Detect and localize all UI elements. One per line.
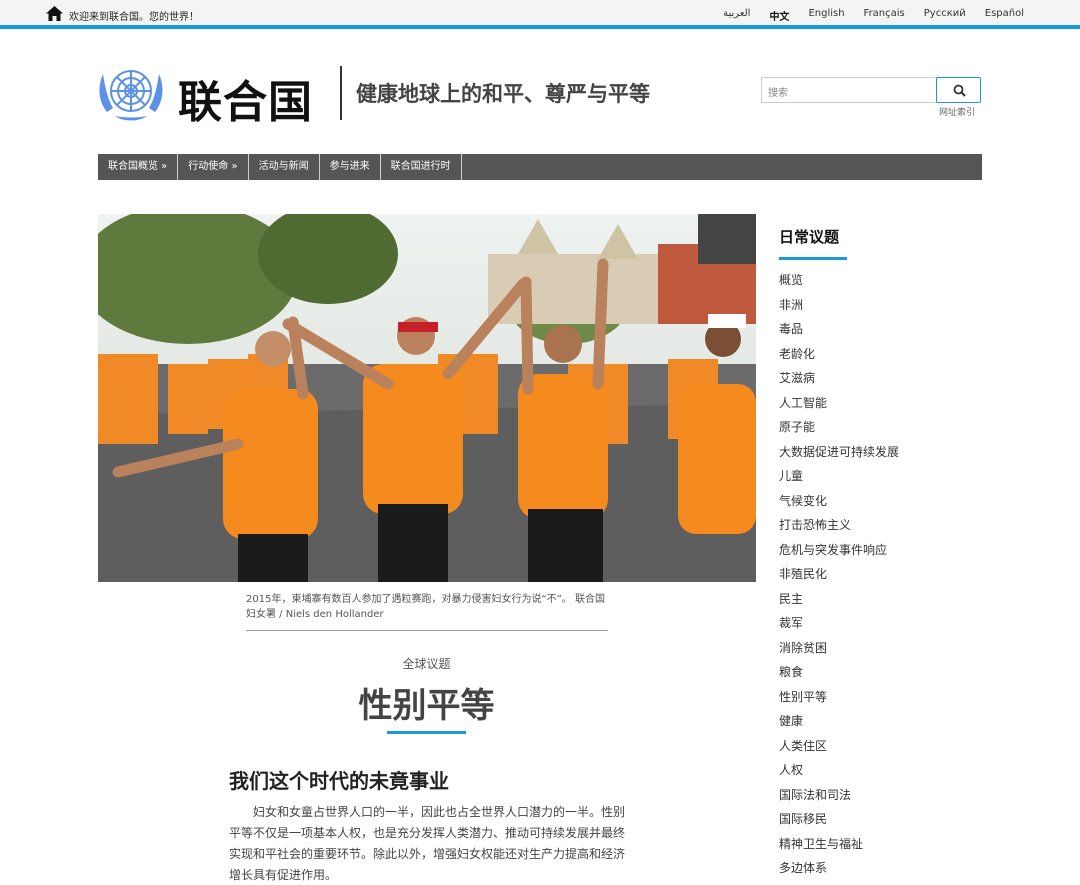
main-nav: 联合国概览 » 行动使命 » 活动与新闻 参与进来 联合国进行时	[98, 154, 982, 180]
sidebar-item-ai[interactable]: 人工智能	[779, 393, 899, 418]
sidebar-item-children[interactable]: 儿童	[779, 466, 899, 491]
caption-divider	[246, 630, 608, 631]
section-heading: 我们这个时代的未竟事业	[229, 769, 449, 793]
search-icon	[953, 84, 966, 97]
sidebar-item-aids[interactable]: 艾滋病	[779, 368, 899, 393]
sidebar-item-climate-change[interactable]: 气候变化	[779, 491, 899, 516]
sidebar-title-underline	[779, 257, 847, 260]
sidebar-item-international-law[interactable]: 国际法和司法	[779, 785, 899, 810]
sidebar-item-human-rights[interactable]: 人权	[779, 760, 899, 785]
sidebar-item-food[interactable]: 粮食	[779, 662, 899, 687]
header-tagline: 健康地球上的和平、尊严与平等	[356, 82, 650, 106]
header-divider	[340, 66, 342, 120]
top-bar: 欢迎来到联合国。您的世界！ العربية 中文 English Françai…	[0, 0, 1080, 29]
brand-title[interactable]: 联合国	[178, 66, 313, 130]
hero-photo	[98, 214, 756, 582]
sidebar-item-atomic-energy[interactable]: 原子能	[779, 417, 899, 442]
sidebar-item-drugs[interactable]: 毒品	[779, 319, 899, 344]
nav-item-mission[interactable]: 行动使命 »	[178, 154, 249, 180]
lang-english[interactable]: English	[808, 8, 844, 23]
sidebar-item-africa[interactable]: 非洲	[779, 295, 899, 320]
search-button[interactable]	[936, 77, 981, 103]
lang-chinese[interactable]: 中文	[769, 8, 789, 23]
sidebar-title: 日常议题	[779, 228, 840, 246]
search-form: 搜索	[761, 77, 981, 103]
sidebar-item-mental-health[interactable]: 精神卫生与福祉	[779, 834, 899, 859]
sidebar-item-big-data[interactable]: 大数据促进可持续发展	[779, 442, 899, 467]
sidebar-topic-list: 概览 非洲 毒品 老龄化 艾滋病 人工智能 原子能 大数据促进可持续发展 儿童 …	[779, 270, 899, 883]
search-input[interactable]: 搜索	[761, 77, 937, 103]
sidebar-item-ageing[interactable]: 老龄化	[779, 344, 899, 369]
lang-french[interactable]: Français	[864, 8, 905, 23]
sidebar-item-decolonization[interactable]: 非殖民化	[779, 564, 899, 589]
sidebar-item-human-settlements[interactable]: 人类住区	[779, 736, 899, 761]
title-underline	[387, 731, 466, 734]
sidebar-item-democracy[interactable]: 民主	[779, 589, 899, 614]
sidebar-item-poverty[interactable]: 消除贫困	[779, 638, 899, 663]
sidebar-item-health[interactable]: 健康	[779, 711, 899, 736]
search-placeholder: 搜索	[768, 88, 788, 99]
lang-russian[interactable]: Русский	[924, 8, 966, 23]
photo-caption: 2015年，柬埔寨有数百人参加了遇粒赛跑，对暴力侵害妇女行为说“不”。 联合国妇…	[246, 594, 605, 620]
sidebar-item-gender-equality[interactable]: 性别平等	[779, 687, 899, 712]
sidebar-item-migration[interactable]: 国际移民	[779, 809, 899, 834]
home-icon[interactable]	[46, 6, 63, 21]
nav-item-un-in-action[interactable]: 联合国进行时	[381, 154, 462, 180]
page-title: 性别平等	[358, 686, 495, 726]
welcome-text: 欢迎来到联合国。您的世界！	[69, 12, 199, 23]
site-index-link[interactable]: 网址索引	[939, 105, 975, 118]
sidebar-item-multilateralism[interactable]: 多边体系	[779, 858, 899, 883]
lang-arabic[interactable]: العربية	[723, 8, 750, 23]
sidebar-item-overview[interactable]: 概览	[779, 270, 899, 295]
nav-item-events-news[interactable]: 活动与新闻	[249, 154, 320, 180]
sidebar-item-crisis-response[interactable]: 危机与突发事件响应	[779, 540, 899, 565]
sidebar-item-disarmament[interactable]: 裁军	[779, 613, 899, 638]
section-kicker: 全球议题	[402, 657, 451, 671]
language-selector: العربية 中文 English Français Русский Espa…	[704, 8, 1024, 23]
sidebar-item-counter-terrorism[interactable]: 打击恐怖主义	[779, 515, 899, 540]
un-emblem-logo[interactable]	[95, 62, 167, 124]
nav-item-overview[interactable]: 联合国概览 »	[98, 154, 179, 180]
lang-spanish[interactable]: Español	[985, 8, 1024, 23]
intro-paragraph: 妇女和女童占世界人口的一半，因此也占全世界人口潜力的一半。性别平等不仅是一项基本…	[229, 805, 626, 882]
nav-item-get-involved[interactable]: 参与进来	[320, 154, 381, 180]
